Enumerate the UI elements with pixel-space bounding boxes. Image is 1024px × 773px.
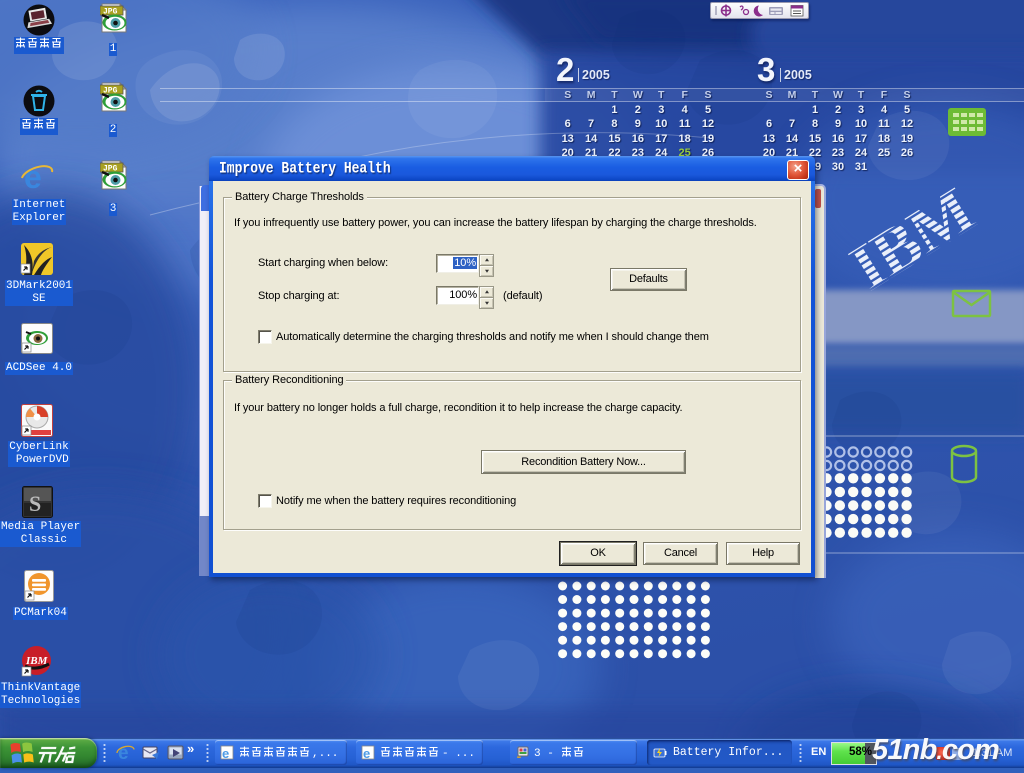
svg-text:- ...: - ... xyxy=(442,748,475,759)
svg-text:e: e xyxy=(363,746,370,760)
svg-text:e: e xyxy=(222,746,229,760)
svg-text:S: S xyxy=(29,491,41,516)
svg-text:3 -: 3 - xyxy=(534,748,554,759)
svg-text:,...: ,... xyxy=(312,748,338,759)
